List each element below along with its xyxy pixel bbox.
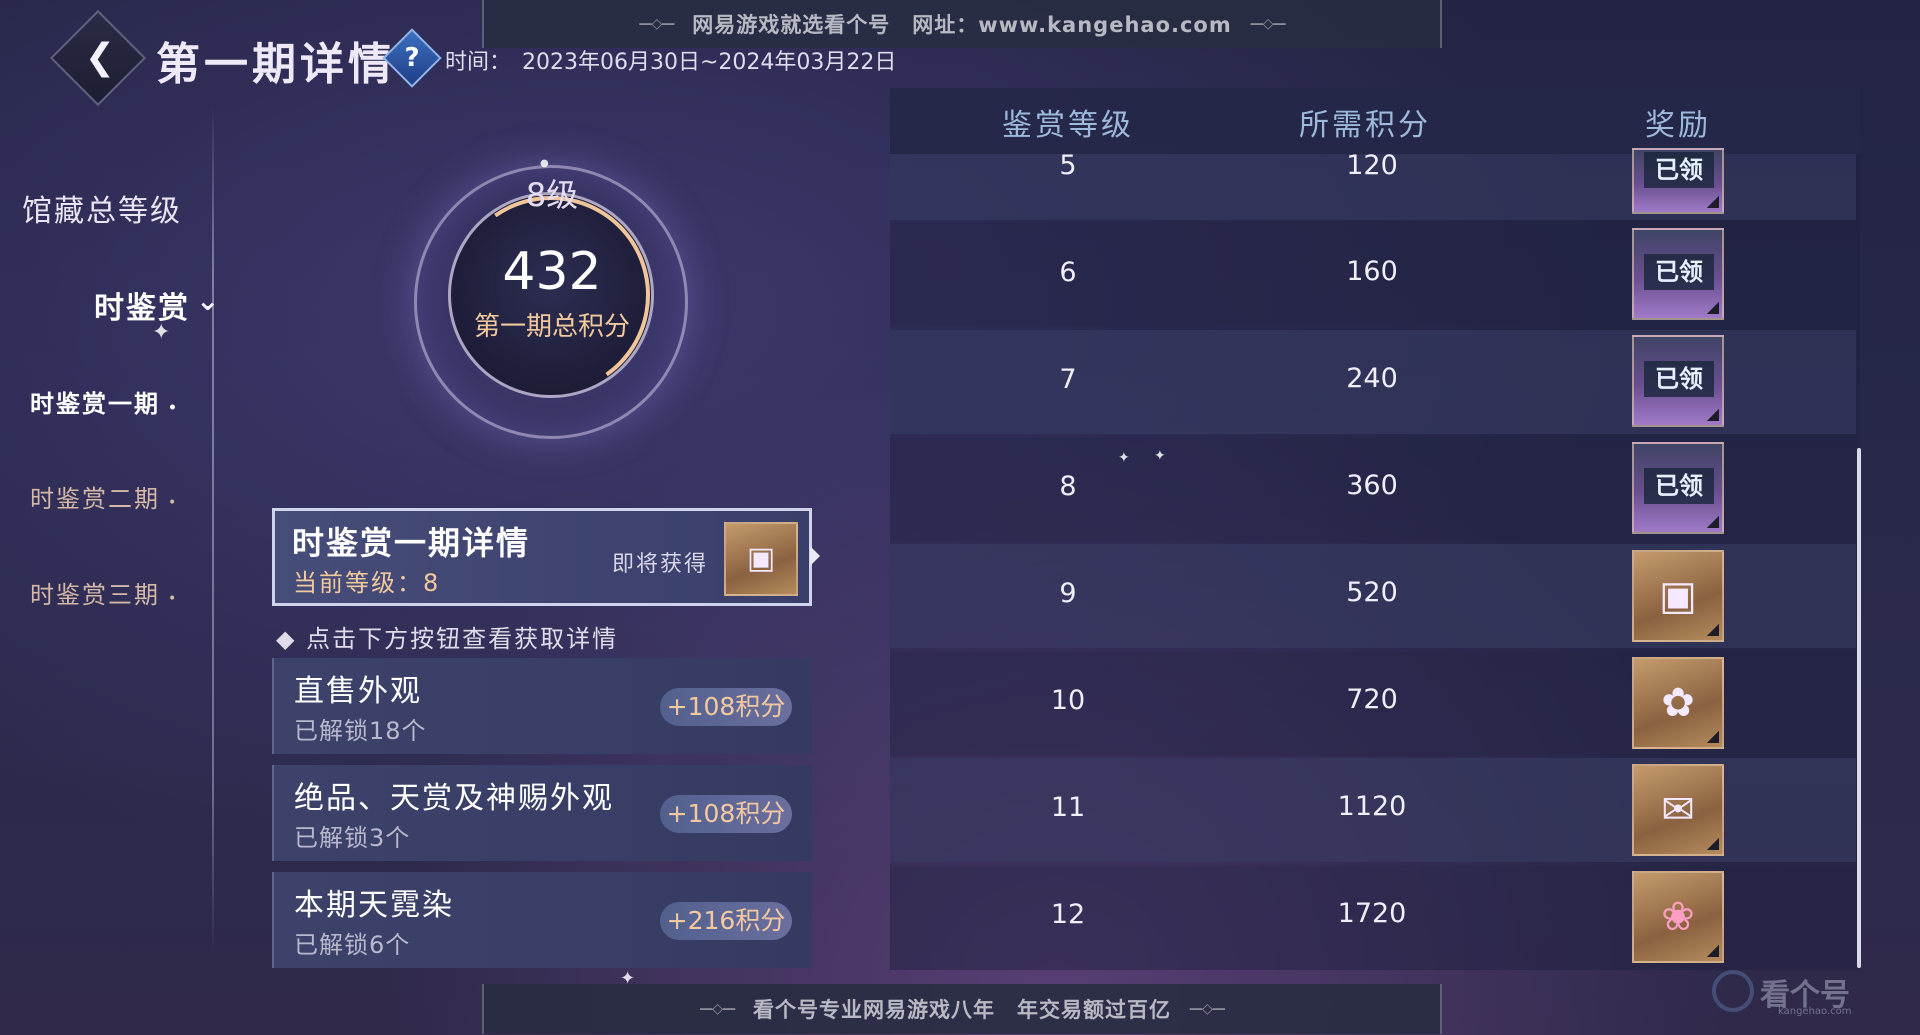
arrow-right-icon bbox=[810, 546, 820, 566]
sparkle-icon: ● bbox=[540, 158, 549, 169]
dot-icon: • bbox=[168, 591, 179, 607]
reward-item[interactable]: 已领 ◢ bbox=[1632, 335, 1724, 427]
reward-item[interactable]: 已领 ◢ bbox=[1632, 148, 1724, 214]
row-points: 720 bbox=[1346, 684, 1398, 715]
claimed-badge: 已领 bbox=[1644, 254, 1714, 290]
total-score: 432 bbox=[502, 242, 602, 302]
row-points: 160 bbox=[1346, 256, 1398, 287]
source-unlocked: 已解锁3个 bbox=[294, 824, 411, 852]
ring-level: 8级 bbox=[525, 176, 579, 214]
watermark-top-text: 网易游戏就选看个号 网址：www.kangehao.com bbox=[692, 13, 1232, 37]
corner-swirl-icon: ◢ bbox=[1706, 726, 1719, 745]
nav-item-label: 时鉴赏二期 bbox=[30, 485, 160, 513]
frame-icon: ▣ bbox=[746, 541, 776, 576]
row-level: 12 bbox=[1050, 899, 1086, 930]
row-level: 7 bbox=[1059, 364, 1077, 395]
row-level: 9 bbox=[1059, 578, 1077, 609]
claimed-badge: 已领 bbox=[1644, 361, 1714, 397]
watermark-logo-icon bbox=[1712, 970, 1754, 1012]
reward-item[interactable]: ▣ ◢ bbox=[1632, 550, 1724, 642]
coming-reward-label: 即将获得 bbox=[612, 552, 709, 577]
corner-swirl-icon: ◢ bbox=[1706, 404, 1719, 423]
claimed-badge: 已领 bbox=[1644, 152, 1714, 188]
nav-item-label: 时鉴赏一期 bbox=[30, 389, 160, 418]
source-unlocked: 已解锁6个 bbox=[294, 931, 411, 959]
points-badge: +108积分 bbox=[660, 688, 792, 726]
corner-swirl-icon: ◢ bbox=[1706, 191, 1719, 210]
nav-item-label: 时鉴赏三期 bbox=[30, 581, 160, 609]
watermark-top-bar: —◇— 网易游戏就选看个号 网址：www.kangehao.com —◇— bbox=[482, 0, 1442, 48]
chevron-down-icon: ⌄ bbox=[196, 284, 220, 317]
reward-item[interactable]: ✉ ◢ bbox=[1632, 764, 1724, 856]
source-title: 本期天霓染 bbox=[294, 888, 454, 923]
row-points: 1720 bbox=[1337, 898, 1407, 929]
reward-item[interactable]: 已领 ◢ bbox=[1632, 228, 1724, 320]
source-unlocked: 已解锁18个 bbox=[294, 717, 427, 745]
source-title: 绝品、天赏及神赐外观 bbox=[294, 781, 614, 816]
row-points: 120 bbox=[1346, 150, 1398, 181]
sparkle-icon: ✦ bbox=[1118, 450, 1130, 466]
hint-text: ◆ 点击下方按钮查看获取详情 bbox=[276, 625, 619, 653]
back-arrow-icon[interactable]: ❮ bbox=[72, 38, 128, 78]
row-points: 240 bbox=[1346, 363, 1398, 394]
row-points: 360 bbox=[1346, 470, 1398, 501]
row-points: 520 bbox=[1346, 577, 1398, 608]
question-icon[interactable]: ? bbox=[391, 37, 433, 79]
date-label: 时间： bbox=[445, 50, 512, 75]
nav-divider bbox=[212, 105, 214, 955]
row-level: 8 bbox=[1059, 471, 1077, 502]
ornament-icon: —◇— bbox=[699, 1001, 736, 1017]
column-header-reward: 奖励 bbox=[1645, 108, 1711, 143]
row-level: 6 bbox=[1059, 257, 1077, 288]
reward-item[interactable]: 已领 ◢ bbox=[1632, 442, 1724, 534]
current-level: 当前等级：8 bbox=[293, 569, 441, 597]
nav-item-period-2[interactable]: 时鉴赏二期 • bbox=[30, 479, 178, 514]
ornament-icon: —◇— bbox=[1249, 16, 1287, 32]
points-badge: +108积分 bbox=[660, 795, 792, 833]
sparkle-icon: ✦ bbox=[1154, 448, 1166, 464]
corner-swirl-icon: ◢ bbox=[1706, 940, 1719, 959]
nav-item-collection-level[interactable]: 馆藏总等级 bbox=[22, 186, 182, 230]
reward-item[interactable]: ✿ ◢ bbox=[1632, 657, 1724, 749]
row-level: 10 bbox=[1050, 685, 1086, 716]
claimed-badge: 已领 bbox=[1644, 468, 1714, 504]
row-level: 5 bbox=[1059, 150, 1077, 181]
ornament-icon: —◇— bbox=[638, 16, 675, 32]
column-header-points: 所需积分 bbox=[1299, 108, 1431, 143]
sparkle-icon: ✦ bbox=[152, 320, 171, 345]
reward-item[interactable]: ❀ ◢ bbox=[1632, 871, 1724, 963]
watermark-bottom-text: 看个号专业网易游戏八年 年交易额过百亿 bbox=[753, 998, 1171, 1022]
points-badge: +216积分 bbox=[660, 902, 792, 940]
dot-icon: • bbox=[168, 400, 179, 416]
detail-title: 时鉴赏一期详情 bbox=[292, 524, 531, 562]
corner-swirl-icon: ◢ bbox=[1706, 511, 1719, 530]
watermark-bottom-bar: —◇— 看个号专业网易游戏八年 年交易额过百亿 —◇— bbox=[482, 984, 1442, 1034]
nav-item-appreciation[interactable]: 时鉴赏 bbox=[94, 283, 190, 327]
row-level: 11 bbox=[1050, 792, 1086, 823]
page-title: 第一期详情 bbox=[156, 39, 396, 90]
dot-icon: • bbox=[168, 495, 179, 511]
nav-item-period-3[interactable]: 时鉴赏三期 • bbox=[30, 575, 178, 610]
watermark-logo-sub: kangehao.com bbox=[1778, 1006, 1852, 1017]
nav-item-period-1[interactable]: 时鉴赏一期 • bbox=[30, 384, 179, 419]
corner-swirl-icon: ◢ bbox=[1706, 619, 1719, 638]
column-header-level: 鉴赏等级 bbox=[1002, 108, 1134, 143]
total-score-label: 第一期总积分 bbox=[473, 312, 630, 342]
row-points: 1120 bbox=[1337, 791, 1407, 822]
date-range: 2023年06月30日~2024年03月22日 bbox=[522, 50, 897, 75]
corner-swirl-icon: ◢ bbox=[1706, 833, 1719, 852]
ornament-icon: —◇— bbox=[1189, 1001, 1226, 1017]
table-scrollbar[interactable] bbox=[1857, 448, 1861, 968]
source-title: 直售外观 bbox=[294, 674, 422, 709]
corner-swirl-icon: ◢ bbox=[1706, 297, 1719, 316]
next-reward-thumb[interactable]: ▣ bbox=[724, 522, 798, 596]
